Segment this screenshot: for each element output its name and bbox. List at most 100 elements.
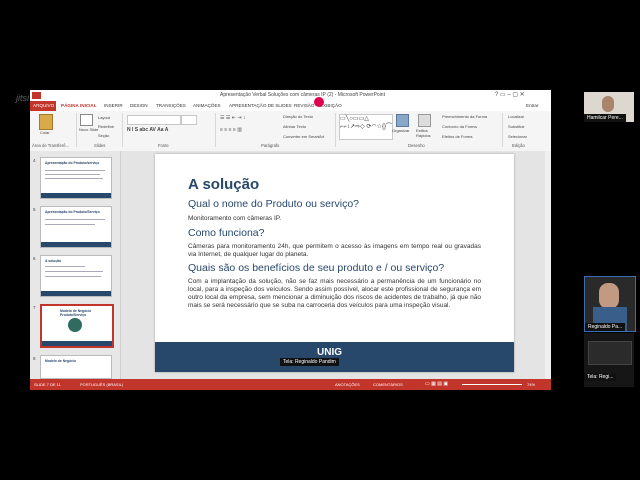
thumbnail-footer xyxy=(41,242,111,247)
shared-screen: Apresentação Verbal Soluções com câmeras… xyxy=(30,90,551,390)
group-clipboard-label: Área de Transferê... xyxy=(32,143,70,148)
tab-animations[interactable]: ANIMAÇÕES xyxy=(193,103,221,108)
question-3: Quais são os benefícios de seu produto e… xyxy=(188,262,445,274)
answer-2: Câmeras para monitoramento 24h, que perm… xyxy=(188,243,481,258)
title-bar: Apresentação Verbal Soluções com câmeras… xyxy=(30,90,551,101)
status-bar: SLIDE 7 DE 11 PORTUGUÊS (BRASIL) ANOTAÇÕ… xyxy=(30,379,551,390)
font-name-field[interactable] xyxy=(127,115,181,125)
shape-fill-button[interactable]: Preenchimento da Forma xyxy=(442,114,487,119)
participant-name: Reginaldo Pa... xyxy=(585,323,626,331)
thumbnail-line xyxy=(45,219,105,220)
thumbnail-number: 7 xyxy=(33,305,36,310)
diagram-graphic xyxy=(68,318,82,332)
footer-logo: UNIG xyxy=(317,347,342,358)
tab-review[interactable]: REVISÃO xyxy=(294,103,314,108)
vertical-scrollbar[interactable] xyxy=(545,151,551,379)
tab-design[interactable]: DESIGN xyxy=(130,103,148,108)
view-buttons[interactable]: ▭ ▦ ▤ ▣ xyxy=(425,381,448,387)
slide-thumbnail-pane: 4 Apresentação do Produto/serviço 5 Apre… xyxy=(30,151,121,379)
question-1: Qual o nome do Produto ou serviço? xyxy=(188,198,360,210)
thumbnail-line xyxy=(45,178,103,179)
window-title: Apresentação Verbal Soluções com câmeras… xyxy=(220,92,385,98)
slide-thumbnail[interactable]: A solução xyxy=(40,255,112,297)
thumbnail-number: 4 xyxy=(33,158,36,163)
new-slide-button[interactable]: Novo Slide xyxy=(79,127,99,132)
paste-button[interactable]: Colar xyxy=(40,130,50,135)
thumbnail-title: Modelo de Negócio Produto/Serviço xyxy=(60,309,92,317)
thumbnail-number: 8 xyxy=(33,356,36,361)
text-direction-button[interactable]: Direção do Texto xyxy=(283,114,313,119)
participant-avatar xyxy=(599,283,619,309)
thumbnail-title: Apresentação do Produto/Serviço xyxy=(45,210,100,214)
shapes-gallery[interactable]: ▭╲○▭▭△ ⌐⌐↕↗⇨◇ ⟳◠☆{}⌒ xyxy=(339,114,393,140)
align-icons[interactable]: ≡ ≡ ≡ ≡ ▥ xyxy=(220,127,242,133)
select-button[interactable]: Selecionar xyxy=(508,134,527,139)
section-button[interactable]: Seção xyxy=(98,133,109,138)
thumbnail-footer xyxy=(41,291,111,296)
participant-tile[interactable]: Tela: Regi... xyxy=(584,333,634,387)
thumbnail-line xyxy=(45,266,85,267)
quick-styles-button[interactable]: Estilos Rápidos xyxy=(416,128,436,138)
arrange-button[interactable]: Organizar xyxy=(392,128,410,133)
record-icon xyxy=(314,97,324,107)
find-button[interactable]: Localizar xyxy=(508,114,524,119)
slide-thumbnail[interactable]: Apresentação do Produto/Serviço xyxy=(40,206,112,248)
zoom-level[interactable]: 74% xyxy=(527,382,535,387)
notes-button[interactable]: ANOTAÇÕES xyxy=(335,382,360,387)
slide-thumbnail[interactable]: Apresentação do Produto/serviço xyxy=(40,157,112,199)
thumbnail-number: 6 xyxy=(33,256,36,261)
answer-3: Com a implantação da solução, não se faz… xyxy=(188,278,481,309)
screen-share-label: Tela: Reginaldo Pandim xyxy=(280,358,339,366)
thumbnail-title: Modelo de Negócio xyxy=(45,359,77,363)
divider xyxy=(76,113,77,147)
current-slide[interactable]: A solução Qual o nome do Produto ou serv… xyxy=(155,154,514,372)
divider xyxy=(122,113,123,147)
thumbnail-title: A solução xyxy=(45,259,62,263)
divider xyxy=(335,113,336,147)
thumbnail-number: 5 xyxy=(33,207,36,212)
question-2: Como funciona? xyxy=(188,227,265,239)
participant-name: Hamilcar Pere... xyxy=(584,114,626,122)
zoom-slider[interactable] xyxy=(462,384,522,385)
convert-smartart-button[interactable]: Converter em SmartArt xyxy=(283,134,324,139)
quick-styles-icon xyxy=(418,114,431,127)
replace-button[interactable]: Substituir xyxy=(508,124,525,129)
jitsi-watermark: jitsi xyxy=(16,93,29,103)
divider xyxy=(215,113,216,147)
paragraph-icons[interactable]: ☰ ☰ ⇤ ⇥ ↕ xyxy=(220,115,245,121)
window-controls[interactable]: ? ▭ – ▢ ✕ xyxy=(495,91,525,98)
shape-outline-button[interactable]: Contorno da Forma xyxy=(442,124,477,129)
thumbnail-line xyxy=(45,224,95,225)
language-indicator[interactable]: PORTUGUÊS (BRASIL) xyxy=(80,382,123,387)
comments-button[interactable]: COMENTÁRIOS xyxy=(373,382,403,387)
group-editing-label: Edição xyxy=(512,143,525,148)
thumbnail-line xyxy=(45,170,105,171)
font-format-icons[interactable]: N I S abc AV Aa A xyxy=(127,127,168,133)
thumbnail-title: Apresentação do Produto/serviço xyxy=(45,161,100,165)
sign-in-link[interactable]: Entrar xyxy=(526,103,539,108)
tab-insert[interactable]: INSERIR xyxy=(104,103,123,108)
font-size-field[interactable] xyxy=(181,115,197,125)
slide-thumbnail[interactable]: Modelo de Negócio xyxy=(40,355,112,379)
participant-tile[interactable]: Reginaldo Pa... xyxy=(584,276,636,332)
shape-effects-button[interactable]: Efeitos de Forma xyxy=(442,134,472,139)
thumbnail-line xyxy=(45,276,101,277)
participant-tile[interactable]: Hamilcar Pere... xyxy=(584,92,634,122)
group-drawing-label: Desenho xyxy=(408,143,425,148)
tab-transitions[interactable]: TRANSIÇÕES xyxy=(156,103,186,108)
thumbnail-footer xyxy=(41,193,111,198)
thumbnail-footer xyxy=(42,341,112,346)
tab-slideshow[interactable]: APRESENTAÇÃO DE SLIDES xyxy=(229,103,292,108)
slide-counter: SLIDE 7 DE 11 xyxy=(34,382,61,387)
reset-button[interactable]: Redefinir xyxy=(98,124,114,129)
tab-file[interactable]: ARQUIVO xyxy=(33,103,54,108)
ribbon-tabs: ARQUIVO PÁGINA INICIAL INSERIR DESIGN TR… xyxy=(30,97,551,111)
align-text-button[interactable]: Alinhar Texto xyxy=(283,124,306,129)
thumbnail-line xyxy=(45,174,100,175)
divider xyxy=(502,113,503,147)
powerpoint-icon xyxy=(32,92,41,99)
layout-button[interactable]: Layout xyxy=(98,115,110,120)
tab-home[interactable]: PÁGINA INICIAL xyxy=(61,103,97,108)
slide-thumbnail-selected[interactable]: Modelo de Negócio Produto/Serviço xyxy=(40,304,114,348)
slide-footer: UNIG xyxy=(155,342,514,372)
